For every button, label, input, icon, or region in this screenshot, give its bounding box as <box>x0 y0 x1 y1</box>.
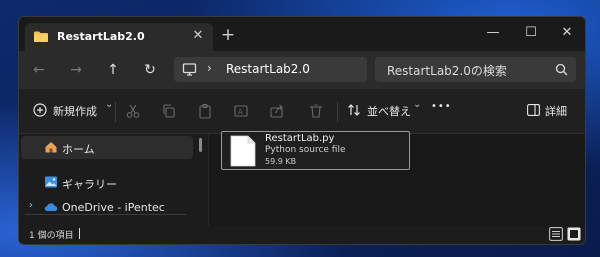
details-label: 詳細 <box>545 105 567 118</box>
file-explorer-window: RestartLab2.0 ✕ + — ☐ ✕ ← → ↑ ↻ › Restar… <box>18 16 586 245</box>
tab-restartlab[interactable]: RestartLab2.0 ✕ <box>25 23 213 51</box>
details-button[interactable]: 詳細 <box>527 103 571 121</box>
address-chevron-icon[interactable]: › <box>207 61 212 75</box>
sidebar-item-label: OneDrive - iPentec <box>62 201 165 214</box>
rename-icon[interactable]: A <box>233 103 249 119</box>
forward-button[interactable]: → <box>66 60 86 80</box>
expand-chevron-icon[interactable]: › <box>29 200 33 211</box>
cut-icon[interactable] <box>125 103 141 119</box>
minimize-button[interactable]: — <box>483 23 503 43</box>
refresh-button[interactable]: ↻ <box>140 60 160 80</box>
new-chevron-icon: ⌄ <box>105 99 114 110</box>
more-options-button[interactable]: ••• <box>431 101 452 119</box>
command-bar: 新規作成 ⌄ A 並べ替え ⌄ ••• 詳細 <box>19 89 585 134</box>
divider <box>337 102 338 122</box>
status-bar: 1 個の項目 <box>19 226 585 244</box>
sidebar-scrollbar[interactable] <box>199 138 202 152</box>
copy-icon[interactable] <box>161 103 177 119</box>
sort-button[interactable]: 並べ替え ⌄ <box>347 99 423 121</box>
sidebar-item-label: ギャラリー <box>62 178 117 191</box>
file-item[interactable]: RestartLab.py Python source file 59.9 KB <box>221 131 410 170</box>
cloud-icon <box>44 203 58 211</box>
paste-icon[interactable] <box>197 103 213 119</box>
computer-icon <box>182 63 197 76</box>
close-window-button[interactable]: ✕ <box>557 23 577 43</box>
sort-chevron-icon: ⌄ <box>413 99 422 110</box>
folder-icon <box>34 31 48 42</box>
new-tab-button[interactable]: + <box>219 26 237 44</box>
gallery-icon <box>45 176 57 188</box>
add-icon <box>33 103 47 117</box>
delete-icon[interactable] <box>308 103 324 119</box>
address-bar[interactable]: › RestartLab2.0 <box>174 57 367 82</box>
status-divider <box>79 228 80 239</box>
search-icon <box>555 63 568 76</box>
share-icon[interactable] <box>269 103 285 119</box>
new-label: 新規作成 <box>53 105 97 118</box>
divider <box>25 214 187 215</box>
sort-label: 並べ替え <box>367 105 411 118</box>
search-placeholder: RestartLab2.0の検索 <box>387 64 507 78</box>
tab-title: RestartLab2.0 <box>57 30 145 43</box>
navigation-pane: ホーム ギャラリー › OneDrive - iPentec <box>19 134 207 226</box>
svg-text:A: A <box>238 108 243 116</box>
tiles-view-icon[interactable] <box>567 227 581 241</box>
tab-close-icon[interactable]: ✕ <box>189 27 207 45</box>
navigation-bar: ← → ↑ ↻ › RestartLab2.0 RestartLab2.0の検索 <box>19 51 585 89</box>
maximize-button[interactable]: ☐ <box>521 23 541 43</box>
document-icon <box>230 135 256 167</box>
home-icon <box>45 142 57 153</box>
address-path[interactable]: RestartLab2.0 <box>226 62 310 76</box>
details-view-icon[interactable] <box>549 227 563 241</box>
sidebar-item-gallery[interactable]: ギャラリー <box>21 171 193 194</box>
up-button[interactable]: ↑ <box>103 60 123 80</box>
search-box[interactable]: RestartLab2.0の検索 <box>375 57 576 82</box>
file-type: Python source file <box>265 145 346 155</box>
item-count: 1 個の項目 <box>29 231 74 241</box>
sort-icon <box>348 104 360 116</box>
sidebar-item-home[interactable]: ホーム <box>21 136 193 159</box>
divider <box>115 102 116 122</box>
sidebar-item-label: ホーム <box>62 143 95 156</box>
new-button[interactable]: 新規作成 ⌄ <box>33 99 113 121</box>
file-name: RestartLab.py <box>265 133 335 144</box>
file-size: 59.9 KB <box>265 157 297 166</box>
back-button[interactable]: ← <box>29 60 49 80</box>
title-bar: RestartLab2.0 ✕ + — ☐ ✕ <box>19 17 585 51</box>
details-pane-icon <box>527 104 540 116</box>
sidebar-item-onedrive[interactable]: › OneDrive - iPentec <box>21 196 193 219</box>
